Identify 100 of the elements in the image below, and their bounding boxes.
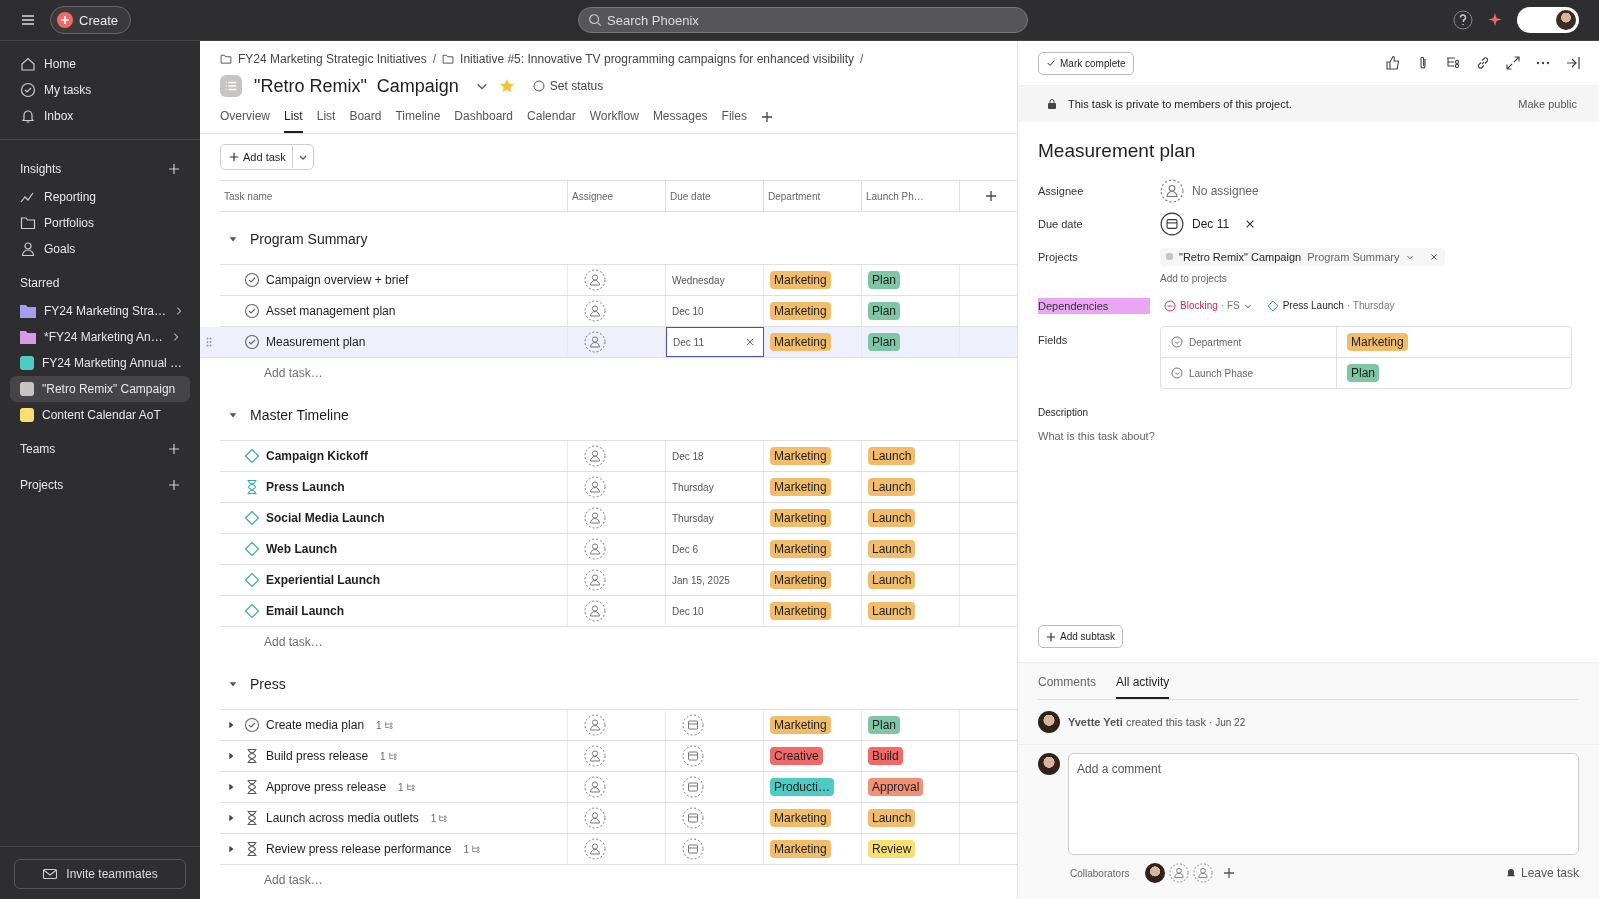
task-row[interactable]: Experiential Launch Jan 15, 2025 Marketing Launch	[220, 565, 1017, 596]
task-name[interactable]: Web Launch	[266, 542, 338, 556]
phase-tag[interactable]: Plan	[868, 716, 901, 734]
view-tab[interactable]: Calendar	[527, 109, 576, 133]
activity-tab[interactable]: All activity	[1116, 675, 1170, 699]
blocking-dropdown[interactable]: Blocking	[1180, 300, 1218, 311]
section-title[interactable]: Press	[250, 676, 286, 692]
clear-icon[interactable]	[1245, 218, 1256, 229]
due-date[interactable]: Thursday	[672, 481, 714, 493]
expand-icon[interactable]	[226, 813, 236, 823]
assignee-icon[interactable]	[584, 476, 606, 498]
activity-tab[interactable]: Comments	[1038, 675, 1096, 699]
department-tag[interactable]: Marketing	[770, 509, 831, 527]
department-tag[interactable]: Marketing	[770, 478, 831, 496]
assignee-icon[interactable]	[584, 600, 606, 622]
add-to-projects-link[interactable]: Add to projects	[1160, 272, 1227, 284]
view-tab[interactable]: Board	[349, 109, 382, 133]
make-public-link[interactable]: Make public	[1518, 98, 1577, 110]
plus-icon[interactable]	[168, 443, 180, 455]
view-tab[interactable]: List	[284, 109, 303, 133]
phase-tag[interactable]: Launch	[868, 602, 916, 620]
subtask-icon[interactable]	[1445, 55, 1461, 71]
department-tag[interactable]: Marketing	[770, 840, 831, 858]
add-subtask-button[interactable]: Add subtask	[1038, 625, 1124, 648]
due-date[interactable]: Dec 18	[672, 450, 704, 462]
sidebar-item[interactable]: Inbox	[10, 103, 190, 129]
plus-icon[interactable]	[168, 163, 180, 175]
comment-field[interactable]: Add a comment	[1068, 753, 1579, 855]
add-collaborator-icon[interactable]	[1223, 867, 1236, 879]
collapse-icon[interactable]	[228, 679, 238, 689]
menu-icon[interactable]	[20, 12, 36, 28]
add-task-link[interactable]: Add task…	[264, 873, 323, 887]
task-name[interactable]: Create media plan	[266, 718, 365, 732]
calendar-icon[interactable]	[682, 776, 704, 798]
section-title[interactable]: Program Summary	[250, 231, 368, 247]
link-icon[interactable]	[1475, 55, 1491, 71]
check-circle-icon[interactable]	[244, 303, 260, 319]
view-tab[interactable]: Dashboard	[454, 109, 514, 133]
task-row[interactable]: Launch across media outlets 1 Marketing Launch	[220, 803, 1017, 834]
assignee-icon[interactable]	[584, 445, 606, 467]
assignee-icon[interactable]	[584, 776, 606, 798]
department-tag[interactable]: Marketing	[770, 602, 831, 620]
task-name[interactable]: Press Launch	[266, 480, 345, 494]
invite-button[interactable]: Invite teammates	[14, 859, 186, 889]
phase-tag[interactable]: Plan	[868, 333, 901, 351]
department-tag[interactable]: Marketing	[770, 571, 831, 589]
assignee-icon[interactable]	[584, 331, 606, 353]
sidebar-item[interactable]: FY24 Marketing Stra…	[10, 298, 190, 324]
set-status-button[interactable]: Set status	[532, 79, 604, 93]
add-tab-icon[interactable]	[760, 111, 773, 123]
calendar-icon[interactable]	[682, 714, 704, 736]
project-title[interactable]: "Retro Remix" Campaign	[254, 75, 459, 97]
remove-icon[interactable]	[1429, 251, 1440, 262]
sidebar-item[interactable]: Portfolios	[10, 210, 190, 236]
view-tab[interactable]: Workflow	[589, 109, 639, 133]
section-dropdown[interactable]: Program Summary	[1307, 250, 1400, 263]
calendar-icon[interactable]	[682, 838, 704, 860]
phase-tag[interactable]: Plan	[868, 302, 901, 320]
due-date[interactable]: Dec 11	[673, 336, 704, 348]
column-header[interactable]: Due date	[666, 181, 764, 211]
department-tag[interactable]: Marketing	[770, 302, 831, 320]
due-date[interactable]: Thursday	[672, 512, 714, 524]
collapse-icon[interactable]	[228, 234, 238, 244]
due-date[interactable]: Dec 10	[672, 305, 704, 317]
task-name[interactable]: Campaign Kickoff	[266, 449, 368, 463]
task-row[interactable]: Campaign overview + brief Wednesday Marketing Plan	[220, 265, 1017, 296]
assignee-icon[interactable]	[584, 538, 606, 560]
task-row[interactable]: Email Launch Dec 10 Marketing Launch	[220, 596, 1017, 627]
task-row[interactable]: Press Launch Thursday Marketing Launch	[220, 472, 1017, 503]
due-date[interactable]: Wednesday	[672, 274, 725, 286]
mark-complete-button[interactable]: Mark complete	[1038, 51, 1134, 75]
due-date-field[interactable]: Dec 11	[1160, 211, 1230, 236]
close-panel-icon[interactable]	[1565, 55, 1581, 71]
task-row[interactable]: Build press release 1 Creative Build	[220, 741, 1017, 772]
dependency-mode[interactable]: · FS	[1220, 300, 1240, 311]
sidebar-item[interactable]: *FY24 Marketing An…	[10, 324, 190, 350]
department-tag[interactable]: Marketing	[770, 540, 831, 558]
department-tag[interactable]: Marketing	[770, 271, 831, 289]
task-row[interactable]: Review press release performance 1 Marketing Review	[220, 834, 1017, 865]
dependency-task[interactable]: Press Launch	[1282, 300, 1344, 311]
phase-tag[interactable]: Launch	[868, 809, 916, 827]
phase-tag[interactable]: Approval	[868, 778, 924, 796]
phase-tag[interactable]: Review	[868, 840, 916, 858]
view-tab[interactable]: Messages	[652, 109, 708, 133]
task-row[interactable]: Campaign Kickoff Dec 18 Marketing Launch	[220, 441, 1017, 472]
sidebar-item[interactable]: My tasks	[10, 77, 190, 103]
leave-task-button[interactable]: Leave task	[1504, 866, 1579, 880]
view-tab[interactable]: Timeline	[395, 109, 441, 133]
task-name[interactable]: Asset management plan	[266, 304, 396, 318]
task-row[interactable]: Approve press release 1 Producti… Approval	[220, 772, 1017, 803]
view-tab[interactable]: Overview	[220, 109, 270, 133]
subtask-count[interactable]: 1	[376, 719, 394, 731]
expand-icon[interactable]	[226, 751, 236, 761]
task-row[interactable]: Create media plan 1 Marketing Plan	[220, 710, 1017, 741]
due-date[interactable]: Dec 10	[672, 605, 704, 617]
task-row[interactable]: Web Launch Dec 6 Marketing Launch	[220, 534, 1017, 565]
assignee-icon[interactable]	[584, 745, 606, 767]
department-tag[interactable]: Marketing	[770, 809, 831, 827]
assignee-field[interactable]: No assignee	[1160, 178, 1259, 203]
breadcrumb-link[interactable]: FY24 Marketing Strategic Initiatives	[220, 52, 427, 66]
